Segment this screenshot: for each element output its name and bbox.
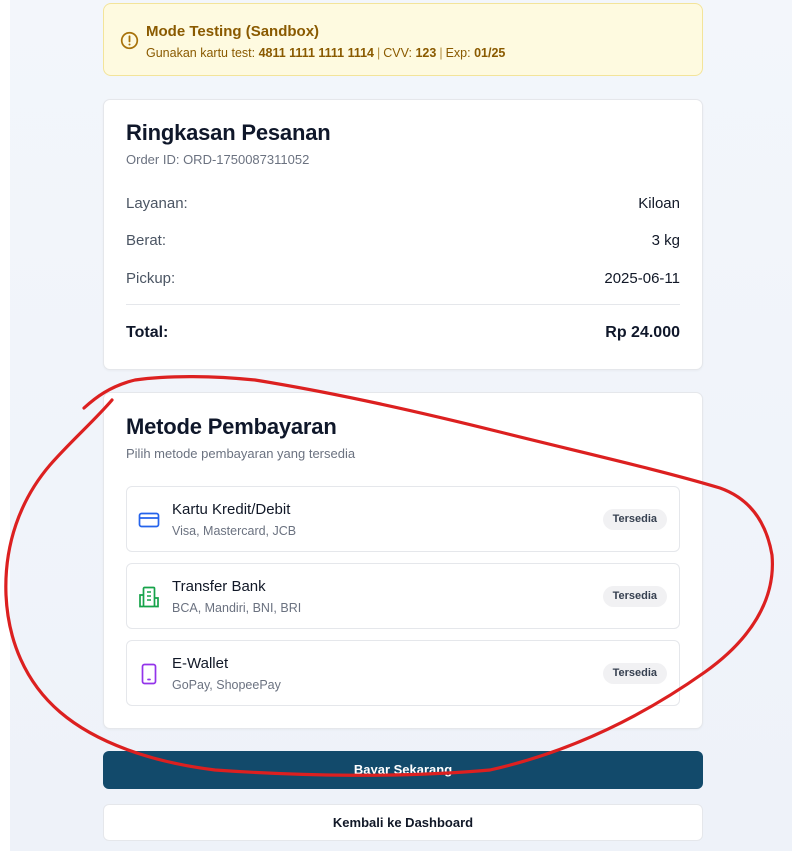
- cvv-value: 123: [415, 46, 437, 60]
- smartphone-icon: [141, 663, 157, 685]
- method-title: Transfer Bank: [172, 578, 266, 595]
- order-summary-card: Ringkasan Pesanan Order ID: ORD-17500873…: [103, 99, 703, 370]
- row-value: Kiloan: [638, 195, 680, 212]
- summary-divider: [126, 304, 680, 305]
- separator: |: [377, 46, 381, 60]
- row-value: 3 kg: [651, 232, 680, 249]
- row-label: Pickup:: [126, 270, 176, 287]
- order-id: Order ID: ORD-1750087311052: [126, 152, 310, 167]
- method-description: Visa, Mastercard, JCB: [172, 524, 297, 538]
- method-title: E-Wallet: [172, 655, 229, 672]
- exp-value: 01/25: [474, 46, 506, 60]
- availability-badge: Tersedia: [602, 586, 667, 607]
- exp-label: Exp:: [445, 46, 475, 60]
- total-label: Total:: [126, 324, 169, 341]
- test-card-number: 4811 1111 1111 1114: [258, 46, 375, 60]
- availability-badge: Tersedia: [602, 663, 667, 684]
- row-label: Layanan:: [126, 195, 188, 212]
- row-label: Berat:: [126, 232, 167, 249]
- payment-method-card: Metode Pembayaran Pilih metode pembayara…: [103, 392, 703, 729]
- banner-test-card-info: Gunakan kartu test: 4811 1111 1111 1114 |…: [146, 46, 505, 60]
- method-description: GoPay, ShopeePay: [172, 678, 281, 692]
- separator: |: [439, 46, 443, 60]
- method-title: Kartu Kredit/Debit: [172, 501, 291, 518]
- bank-building-icon: [139, 586, 159, 608]
- payment-method-bank-transfer-option[interactable]: Transfer Bank BCA, Mandiri, BNI, BRI Ter…: [126, 563, 680, 629]
- banner-title: Mode Testing (Sandbox): [146, 23, 320, 40]
- total-value: Rp 24.000: [605, 324, 680, 341]
- row-value: 2025-06-11: [604, 270, 680, 287]
- back-to-dashboard-button[interactable]: Kembali ke Dashboard: [103, 804, 703, 841]
- payment-subtitle: Pilih metode pembayaran yang tersedia: [126, 446, 356, 461]
- availability-badge: Tersedia: [602, 509, 667, 530]
- method-description: BCA, Mandiri, BNI, BRI: [172, 601, 302, 615]
- payment-method-ewallet-option[interactable]: E-Wallet GoPay, ShopeePay Tersedia: [126, 640, 680, 706]
- alert-circle-icon: [120, 31, 139, 50]
- summary-title: Ringkasan Pesanan: [126, 120, 331, 145]
- sandbox-banner: Mode Testing (Sandbox) Gunakan kartu tes…: [103, 3, 703, 76]
- card-prefix: Gunakan kartu test:: [146, 46, 259, 60]
- pay-now-button[interactable]: Bayar Sekarang: [103, 751, 703, 789]
- cvv-label: CVV:: [383, 46, 416, 60]
- payment-title: Metode Pembayaran: [126, 414, 337, 439]
- credit-card-icon: [138, 512, 160, 528]
- payment-method-card-option[interactable]: Kartu Kredit/Debit Visa, Mastercard, JCB…: [126, 486, 680, 552]
